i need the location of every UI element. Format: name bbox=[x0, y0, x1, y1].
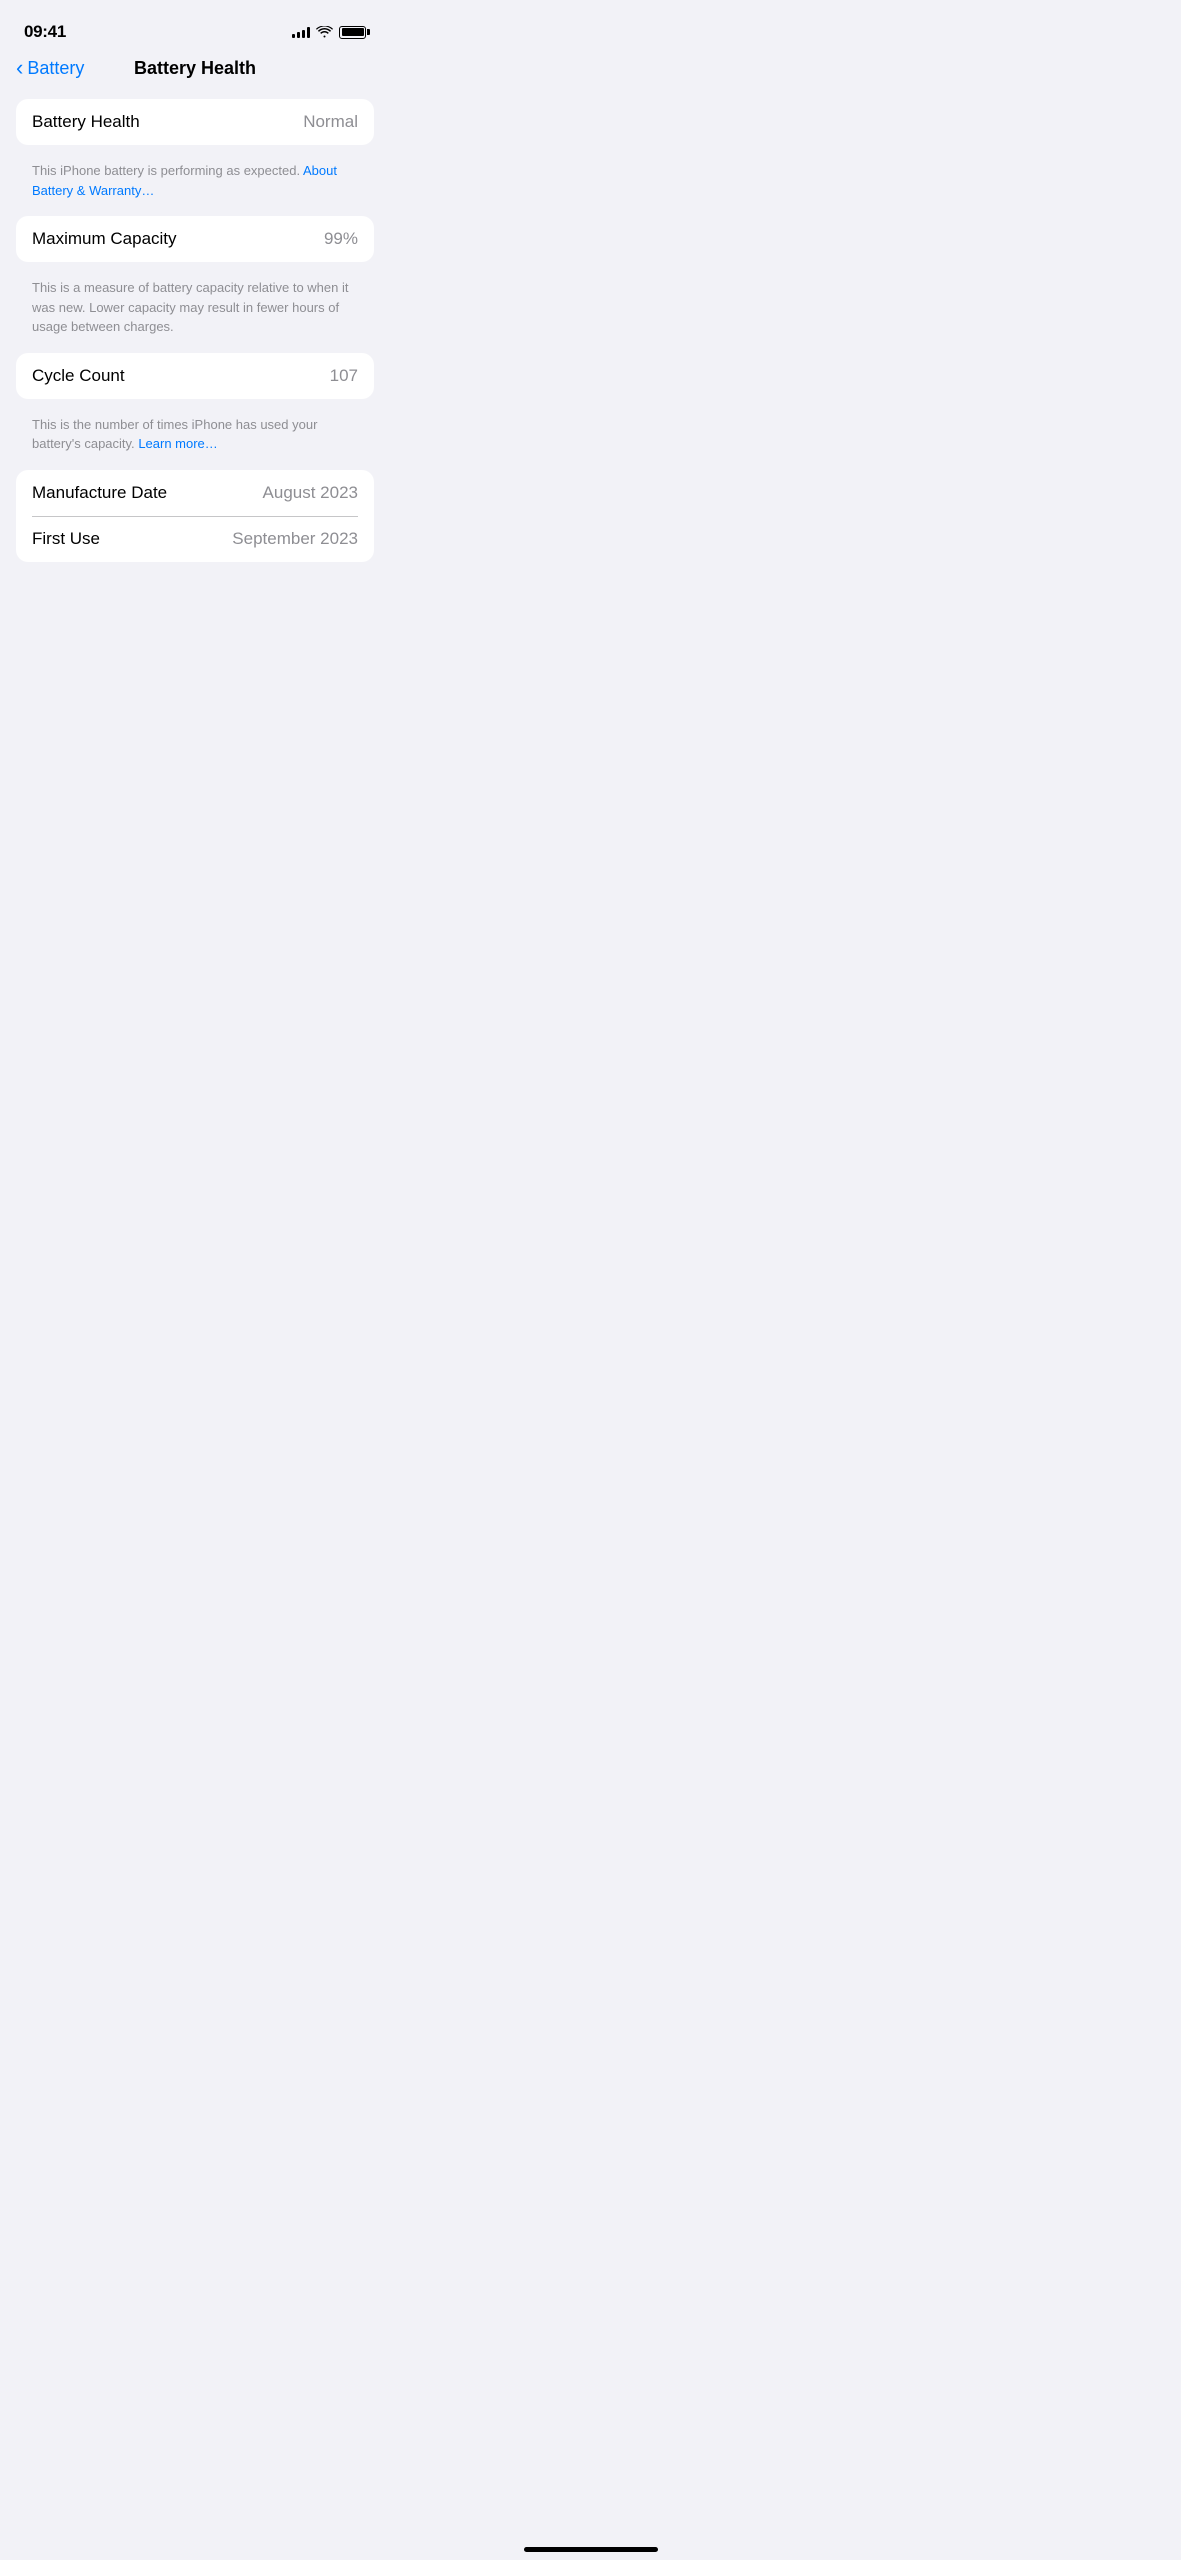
signal-bar-3 bbox=[302, 30, 305, 38]
wifi-icon bbox=[316, 26, 333, 38]
learn-more-link[interactable]: Learn more… bbox=[138, 436, 217, 451]
battery-health-label: Battery Health bbox=[32, 112, 140, 132]
cycle-count-value: 107 bbox=[330, 366, 358, 386]
content: Battery Health Normal This iPhone batter… bbox=[0, 91, 390, 562]
battery-status-icon bbox=[339, 26, 366, 39]
first-use-row: First Use September 2023 bbox=[16, 516, 374, 562]
maximum-capacity-label: Maximum Capacity bbox=[32, 229, 177, 249]
signal-bar-1 bbox=[292, 34, 295, 38]
maximum-capacity-value: 99% bbox=[324, 229, 358, 249]
battery-health-row: Battery Health Normal bbox=[16, 99, 374, 145]
maximum-capacity-description: This is a measure of battery capacity re… bbox=[16, 270, 374, 353]
maximum-capacity-row: Maximum Capacity 99% bbox=[16, 216, 374, 262]
manufacture-date-value: August 2023 bbox=[263, 483, 358, 503]
dates-card: Manufacture Date August 2023 First Use S… bbox=[16, 470, 374, 563]
cycle-count-card: Cycle Count 107 bbox=[16, 353, 374, 399]
battery-fill bbox=[342, 28, 364, 36]
status-bar: 09:41 bbox=[0, 0, 390, 50]
signal-bar-2 bbox=[297, 32, 300, 38]
back-button[interactable]: ‹ Battery bbox=[16, 58, 84, 79]
cycle-count-row: Cycle Count 107 bbox=[16, 353, 374, 399]
first-use-value: September 2023 bbox=[232, 529, 358, 549]
chevron-left-icon: ‹ bbox=[16, 57, 23, 79]
battery-health-description: This iPhone battery is performing as exp… bbox=[16, 153, 374, 216]
back-label: Battery bbox=[27, 58, 84, 79]
maximum-capacity-card: Maximum Capacity 99% bbox=[16, 216, 374, 262]
status-time: 09:41 bbox=[24, 22, 66, 42]
home-indicator bbox=[524, 2547, 658, 2552]
status-icons bbox=[292, 26, 366, 39]
battery-health-value: Normal bbox=[303, 112, 358, 132]
signal-bar-4 bbox=[307, 27, 310, 38]
cycle-count-label: Cycle Count bbox=[32, 366, 125, 386]
page-title: Battery Health bbox=[134, 58, 256, 79]
first-use-label: First Use bbox=[32, 529, 100, 549]
battery-health-card: Battery Health Normal bbox=[16, 99, 374, 145]
manufacture-date-row: Manufacture Date August 2023 bbox=[16, 470, 374, 516]
manufacture-date-label: Manufacture Date bbox=[32, 483, 167, 503]
signal-bars-icon bbox=[292, 26, 310, 38]
nav-bar: ‹ Battery Battery Health bbox=[0, 50, 390, 91]
cycle-count-description: This is the number of times iPhone has u… bbox=[16, 407, 374, 470]
